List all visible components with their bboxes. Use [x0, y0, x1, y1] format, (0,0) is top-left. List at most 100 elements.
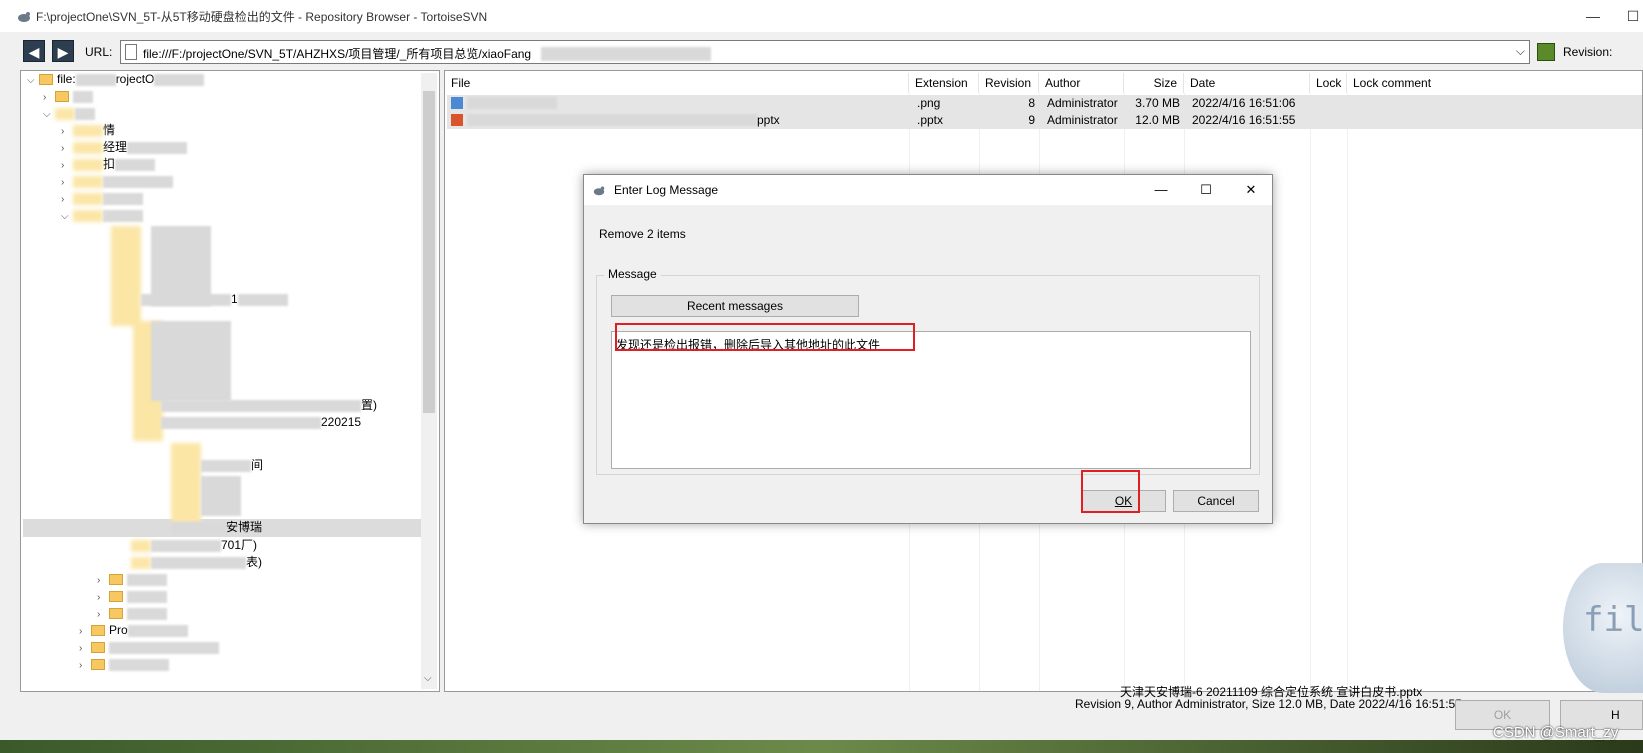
- tree-item[interactable]: ⌵: [61, 207, 143, 224]
- column-header-file[interactable]: File: [445, 73, 909, 93]
- maximize-button[interactable]: ☐: [1623, 6, 1643, 26]
- pptx-file-icon: [451, 114, 463, 126]
- tree-item[interactable]: 表): [131, 554, 262, 571]
- maximize-icon: ☐: [1200, 182, 1212, 197]
- chevron-right-icon[interactable]: ›: [43, 89, 55, 106]
- tree-scrollbar[interactable]: ⌵: [421, 73, 437, 689]
- tree-item[interactable]: › 经理: [61, 139, 188, 157]
- chevron-down-icon[interactable]: ⌵: [43, 106, 55, 123]
- desktop-background: [0, 740, 1643, 753]
- image-file-icon: [451, 97, 463, 109]
- tree-item[interactable]: 701厂): [131, 537, 257, 554]
- tortoisesvn-icon: [18, 12, 30, 22]
- url-toolbar: ◀ ▶ URL: file:///F:/projectOne/SVN_5T/AH…: [0, 38, 1643, 66]
- csdn-watermark: CSDN @Smart_zy: [1493, 724, 1619, 741]
- tree-item[interactable]: ›: [61, 190, 143, 207]
- column-header-lock-comment[interactable]: Lock comment: [1347, 73, 1643, 93]
- tree-item[interactable]: 置): [161, 397, 377, 414]
- minimize-button[interactable]: —: [1583, 6, 1603, 26]
- tree-item[interactable]: ⌵: [43, 105, 95, 122]
- column-header-author[interactable]: Author: [1039, 73, 1124, 93]
- folder-icon: [91, 625, 105, 637]
- tree-item[interactable]: › Pro: [79, 622, 188, 639]
- tree-item[interactable]: ›: [97, 571, 167, 588]
- window-title: F:\projectOne\SVN_5T-从5T移动硬盘检出的文件 - Repo…: [36, 10, 488, 24]
- column-header-lock[interactable]: Lock: [1310, 73, 1347, 93]
- tortoisesvn-icon: [593, 186, 605, 196]
- chevron-right-icon[interactable]: ›: [79, 657, 91, 674]
- redacted-region: [541, 47, 711, 61]
- tree-item[interactable]: 间: [201, 457, 263, 474]
- chevron-down-icon[interactable]: ⌵: [424, 673, 432, 684]
- tree-item[interactable]: ›: [43, 88, 93, 105]
- dialog-title: Enter Log Message: [614, 183, 719, 197]
- column-header-size[interactable]: Size: [1124, 73, 1184, 93]
- url-value: file:///F:/projectOne/SVN_5T/AHZHXS/项目管理…: [143, 47, 532, 61]
- folder-icon: [91, 659, 105, 671]
- chevron-down-icon[interactable]: ⌵: [61, 208, 73, 225]
- chevron-down-icon[interactable]: ⌵: [27, 72, 39, 89]
- tree-item-root[interactable]: ⌵ file: rojectO: [27, 71, 205, 89]
- tree-item[interactable]: 220215: [161, 414, 361, 431]
- close-icon: ✕: [1245, 182, 1257, 197]
- folder-icon: [55, 91, 69, 103]
- globe-watermark-text: fil: [1583, 600, 1643, 640]
- message-group-label: Message: [604, 267, 661, 281]
- url-input[interactable]: file:///F:/projectOne/SVN_5T/AHZHXS/项目管理…: [120, 40, 1530, 64]
- dialog-minimize-button[interactable]: —: [1150, 179, 1172, 201]
- back-button[interactable]: ◀: [23, 40, 45, 62]
- chevron-right-icon[interactable]: ›: [61, 174, 73, 191]
- forward-button[interactable]: ▶: [52, 40, 74, 62]
- revision-icon[interactable]: [1537, 43, 1555, 61]
- url-label: URL:: [85, 45, 113, 59]
- chevron-right-icon[interactable]: ›: [79, 640, 91, 657]
- dialog-titlebar: Enter Log Message — ☐ ✕: [584, 175, 1272, 205]
- tree-item[interactable]: › 扣: [61, 156, 156, 174]
- folder-icon: [39, 74, 53, 86]
- file-icon: [125, 44, 137, 60]
- minimize-icon: —: [1154, 182, 1168, 197]
- table-row[interactable]: pptx .pptx 9 Administrator 12.0 MB 2022/…: [447, 112, 1642, 129]
- chevron-right-icon[interactable]: ›: [79, 623, 91, 640]
- red-highlight-ok: [1081, 470, 1140, 513]
- tree-item[interactable]: ›: [97, 605, 167, 622]
- tree-item[interactable]: ›: [97, 588, 167, 605]
- tree-item[interactable]: › 情: [61, 122, 115, 139]
- chevron-right-icon[interactable]: ›: [97, 606, 109, 623]
- red-highlight-message: [615, 323, 915, 351]
- tree-item-selected[interactable]: 安博瑞: [171, 519, 262, 536]
- chevron-right-icon[interactable]: ›: [97, 589, 109, 606]
- folder-icon: [109, 574, 123, 586]
- cancel-button[interactable]: Cancel: [1173, 490, 1259, 512]
- recent-messages-button[interactable]: Recent messages: [611, 295, 859, 317]
- chevron-right-icon[interactable]: ›: [61, 157, 73, 174]
- redacted-region: [201, 476, 241, 516]
- scrollbar-thumb[interactable]: [423, 91, 435, 413]
- tree-item[interactable]: ›: [79, 639, 219, 656]
- window-titlebar: F:\projectOne\SVN_5T-从5T移动硬盘检出的文件 - Repo…: [0, 0, 1643, 32]
- dialog-maximize-button[interactable]: ☐: [1195, 179, 1217, 201]
- status-info: Revision 9, Author Administrator, Size 1…: [1075, 697, 1462, 711]
- chevron-right-icon[interactable]: ›: [61, 191, 73, 208]
- redacted-region: [111, 226, 141, 326]
- column-header-date[interactable]: Date: [1184, 73, 1310, 93]
- tree-item[interactable]: 1: [141, 291, 288, 308]
- table-row[interactable]: .png 8 Administrator 3.70 MB 2022/4/16 1…: [447, 95, 1642, 112]
- chevron-down-icon[interactable]: ⌵: [1516, 44, 1525, 59]
- log-message-input[interactable]: 发现还是检出报错，删除后导入其他地址的此文件: [611, 331, 1251, 469]
- log-message-dialog: Enter Log Message — ☐ ✕ Remove 2 items M…: [583, 174, 1273, 524]
- arrow-right-icon: ▶: [57, 44, 69, 60]
- folder-icon: [91, 642, 105, 654]
- dialog-close-button[interactable]: ✕: [1240, 179, 1262, 201]
- folder-icon: [109, 591, 123, 603]
- column-header-extension[interactable]: Extension: [909, 73, 979, 93]
- chevron-right-icon[interactable]: ›: [61, 123, 73, 140]
- tree-item[interactable]: ›: [61, 173, 173, 190]
- column-header-revision[interactable]: Revision: [979, 73, 1039, 93]
- repository-tree[interactable]: ⌵ file: rojectO › ⌵ › 情 › 经理 › 扣 › › ⌵ 1 置) 2…: [20, 70, 440, 692]
- redacted-region: [171, 443, 201, 523]
- chevron-right-icon[interactable]: ›: [97, 572, 109, 589]
- redacted-region: [467, 97, 557, 109]
- chevron-right-icon[interactable]: ›: [61, 140, 73, 157]
- tree-item[interactable]: ›: [79, 656, 169, 673]
